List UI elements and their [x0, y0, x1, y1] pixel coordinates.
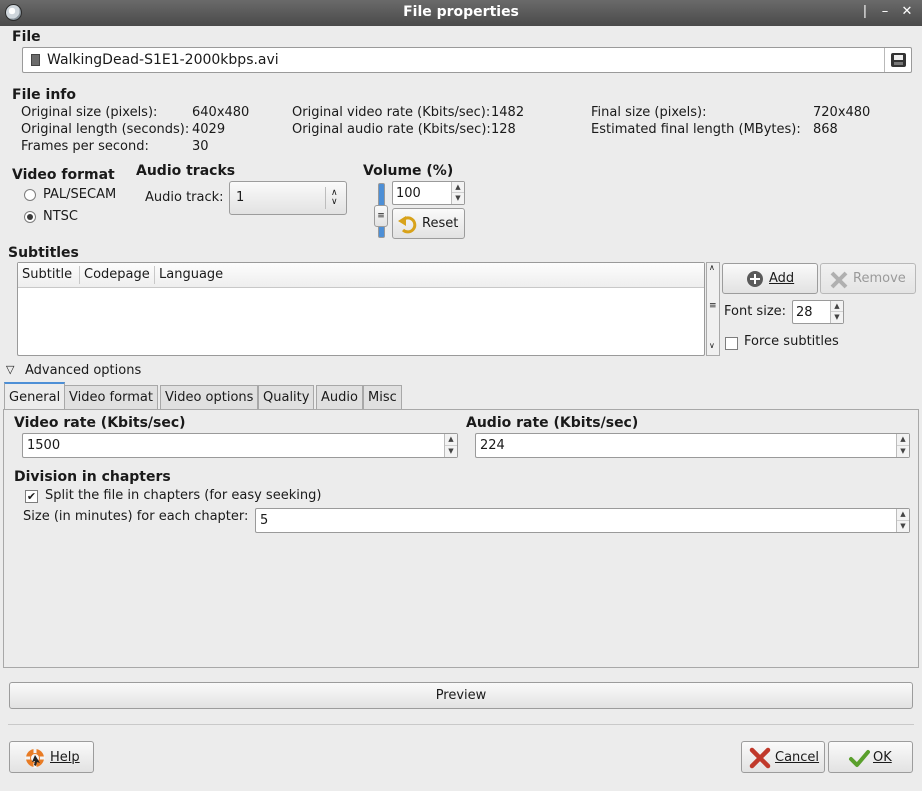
volume-spinner[interactable]: ▲ ▼ — [451, 182, 464, 204]
tab-quality[interactable]: Quality — [258, 385, 315, 410]
add-subtitle-button[interactable]: Add — [722, 263, 818, 294]
remove-subtitle-button[interactable]: Remove — [820, 263, 916, 294]
file-name: WalkingDead-S1E1-2000kbps.avi — [47, 52, 279, 68]
cancel-x-icon — [749, 747, 771, 769]
force-subtitles-checkbox[interactable] — [725, 337, 738, 350]
ntsc-radio[interactable] — [24, 211, 36, 223]
audio-track-select[interactable]: 1 ∧ ∨ — [229, 181, 347, 215]
file-chooser[interactable]: WalkingDead-S1E1-2000kbps.avi — [22, 47, 912, 73]
fps-label: Frames per second: — [21, 139, 149, 154]
tab-general[interactable]: General — [4, 382, 66, 411]
remove-x-icon — [829, 270, 849, 290]
original-length-label: Original length (seconds): — [21, 122, 190, 137]
plus-icon — [746, 270, 764, 288]
minimize-button[interactable]: – — [876, 3, 894, 21]
video-rate-title: Video rate (Kbits/sec) — [14, 415, 186, 431]
orig-video-rate-value: 1482 — [491, 105, 525, 120]
subtitles-title: Subtitles — [8, 245, 79, 261]
split-chapters-checkbox[interactable]: ✔ — [25, 490, 38, 503]
pal-radio[interactable] — [24, 189, 36, 201]
est-length-value: 868 — [813, 122, 838, 137]
final-size-value: 720x480 — [813, 105, 871, 120]
col-codepage[interactable]: Codepage — [84, 267, 150, 282]
orig-audio-rate-value: 128 — [491, 122, 516, 137]
help-lifebuoy-icon — [24, 747, 46, 769]
pal-label[interactable]: PAL/SECAM — [43, 187, 116, 202]
window-title: File properties — [403, 4, 519, 20]
reset-button[interactable]: Reset — [392, 208, 465, 239]
preview-button[interactable]: Preview — [9, 682, 913, 709]
font-size-label: Font size: — [724, 304, 787, 319]
volume-slider-handle[interactable]: ≡ — [374, 205, 388, 227]
final-size-label: Final size (pixels): — [591, 105, 707, 120]
save-icon[interactable] — [884, 48, 911, 72]
col-language[interactable]: Language — [159, 267, 223, 282]
file-icon — [31, 54, 40, 66]
updown-chevron-icon: ∧ ∨ — [331, 188, 338, 207]
audio-rate-input[interactable]: 224 ▲ ▼ — [475, 433, 910, 458]
ok-check-icon — [848, 747, 870, 769]
subtitles-scrollbar[interactable]: ∧ ≡ ∨ — [706, 262, 720, 356]
tab-audio[interactable]: Audio — [316, 385, 363, 410]
audio-tracks-title: Audio tracks — [136, 163, 236, 179]
original-size-value: 640x480 — [192, 105, 250, 120]
expander-arrow-icon[interactable]: ▽ — [6, 363, 14, 376]
original-size-label: Original size (pixels): — [21, 105, 158, 120]
video-format-title: Video format — [12, 167, 115, 183]
ok-button[interactable]: OK — [828, 741, 913, 773]
subtitles-table-header: Subtitle Codepage Language — [18, 263, 704, 288]
video-rate-spinner[interactable]: ▲ ▼ — [444, 434, 457, 457]
tab-video-options[interactable]: Video options — [160, 385, 259, 410]
original-length-value: 4029 — [192, 122, 226, 137]
separator — [8, 724, 914, 725]
video-rate-input[interactable]: 1500 ▲ ▼ — [22, 433, 458, 458]
ntsc-label[interactable]: NTSC — [43, 209, 78, 224]
volume-input[interactable]: 100 ▲ ▼ — [392, 181, 465, 205]
split-chapters-label[interactable]: Split the file in chapters (for easy see… — [45, 488, 321, 503]
force-subtitles-label[interactable]: Force subtitles — [744, 334, 839, 349]
orig-video-rate-label: Original video rate (Kbits/sec): — [292, 105, 491, 120]
file-section-title: File — [12, 29, 41, 45]
volume-title: Volume (%) — [363, 163, 454, 179]
undo-icon — [397, 214, 417, 234]
audio-rate-title: Audio rate (Kbits/sec) — [466, 415, 639, 431]
est-length-label: Estimated final length (MBytes): — [591, 122, 801, 137]
tab-video-format[interactable]: Video format — [64, 385, 158, 410]
chapters-title: Division in chapters — [14, 469, 171, 485]
fps-value: 30 — [192, 139, 209, 154]
chapter-size-label: Size (in minutes) for each chapter: — [23, 509, 249, 524]
chapter-size-input[interactable]: 5 ▲ ▼ — [255, 508, 910, 533]
file-info-title: File info — [12, 87, 77, 103]
subtitles-table[interactable]: Subtitle Codepage Language — [17, 262, 705, 356]
audio-track-value: 1 — [236, 190, 245, 205]
tab-misc[interactable]: Misc — [363, 385, 402, 410]
orig-audio-rate-label: Original audio rate (Kbits/sec): — [292, 122, 491, 137]
font-size-input[interactable]: 28 ▲ ▼ — [792, 300, 844, 324]
font-size-spinner[interactable]: ▲ ▼ — [830, 301, 843, 323]
help-button[interactable]: Help — [9, 741, 94, 773]
advanced-options-expander[interactable]: Advanced options — [25, 363, 141, 378]
cancel-button[interactable]: Cancel — [741, 741, 825, 773]
title-bar: File properties ❘ – ✕ — [0, 0, 922, 26]
audio-track-label: Audio track: — [145, 190, 224, 205]
col-subtitle[interactable]: Subtitle — [22, 267, 72, 282]
audio-rate-spinner[interactable]: ▲ ▼ — [896, 434, 909, 457]
chapter-size-spinner[interactable]: ▲ ▼ — [896, 509, 909, 532]
sticky-button[interactable]: ❘ — [856, 3, 874, 21]
close-button[interactable]: ✕ — [898, 3, 916, 21]
